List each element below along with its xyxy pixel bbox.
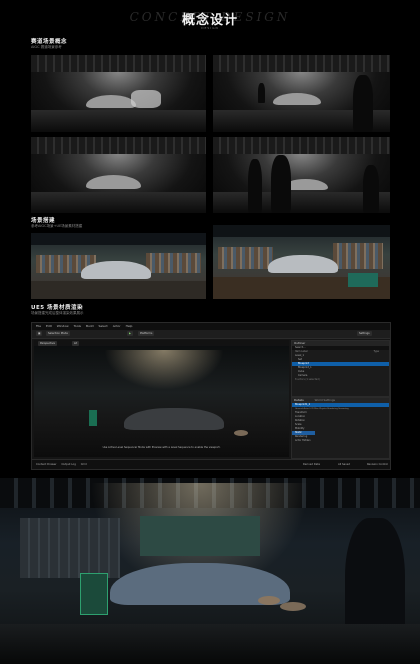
details-tab-rendering[interactable]: Rendering (327, 408, 337, 410)
section-1-label: 赛道场景概念 AIGC 赛道场景参考 (31, 37, 67, 50)
page-header: CONCEPT DESIGN 概念设计 DESIGN (0, 6, 420, 36)
section-2-heading: 场景搭建 (31, 218, 56, 224)
details-tab-general[interactable]: General (295, 408, 303, 410)
section-3-caption: 场景搭建完成后整体渲染效果展示 (31, 311, 84, 315)
world-settings-tab[interactable]: World Settings (315, 398, 335, 402)
aigc-image-3 (31, 137, 206, 213)
details-tab-streaming[interactable]: Streaming (338, 408, 348, 410)
cmd-input[interactable]: Cmd (81, 460, 87, 469)
main-toolbar: ▣ Selection Mode ▶ Platforms Settings (32, 330, 390, 339)
col-item-label: Item Label (295, 350, 308, 353)
details-tab[interactable]: Details (294, 398, 304, 402)
menu-window[interactable]: Window (57, 323, 69, 330)
tire-stack-2 (280, 602, 306, 611)
settings-button[interactable]: Settings (357, 331, 372, 336)
status-bar: Content Drawer Output Log Cmd Derived Da… (32, 459, 390, 469)
scene-build-image-2 (213, 225, 390, 299)
viewport-toolbar: Perspective Lit (34, 340, 289, 346)
floor (0, 624, 420, 664)
aigc-image-4 (213, 137, 390, 213)
menu-edit[interactable]: Edit (46, 323, 52, 330)
menu-select[interactable]: Select (98, 323, 107, 330)
details-row[interactable]: Actor Hidden (292, 439, 389, 443)
ceiling-light (104, 350, 224, 390)
save-icon[interactable]: ▣ (36, 331, 43, 336)
menu-file[interactable]: File (36, 323, 41, 330)
unreal-editor-window: File Edit Window Tools Build Select Acto… (31, 322, 391, 470)
derived-data-button[interactable]: Derived Data (303, 460, 320, 469)
scene-build-image-1 (31, 233, 206, 299)
col-type: Type (373, 350, 380, 353)
section-2-label: 场景搭建 参考AIGC场景+UE场景素材搭建 (31, 216, 82, 229)
menu-actor[interactable]: Actor (113, 323, 121, 330)
section-2-caption: 参考AIGC场景+UE场景素材搭建 (31, 224, 83, 228)
output-log-button[interactable]: Output Log (61, 460, 75, 469)
left-wall-shelves (20, 518, 120, 578)
content-drawer-button[interactable]: Content Drawer (36, 460, 57, 469)
details-panel: Details World Settings Blueprint1_2 Gene… (291, 397, 390, 459)
menu-build[interactable]: Build (86, 323, 94, 330)
menu-help[interactable]: Help (126, 323, 133, 330)
play-icon[interactable]: ▶ (127, 331, 133, 336)
revision-control-button[interactable]: Revision Control (367, 460, 388, 469)
lit-button[interactable]: Lit (72, 340, 80, 346)
section-1-caption: AIGC 赛道场景参考 (31, 45, 62, 49)
section-1-heading: 赛道场景概念 (31, 39, 68, 45)
aigc-image-2 (213, 55, 390, 132)
level-viewport[interactable]: Perspective Lit Use Active Level Sequenc… (34, 340, 289, 457)
menu-bar: File Edit Window Tools Build Select Acto… (32, 323, 390, 330)
tire-stack (258, 596, 280, 605)
details-tab-physics[interactable]: Physics (319, 408, 326, 410)
page-subtitle: DESIGN (201, 26, 219, 30)
all-saved-status[interactable]: All Saved (338, 460, 350, 469)
outliner-count: 8 actors (1 selected) (295, 378, 320, 381)
chalkboard (140, 516, 260, 556)
platforms-button[interactable]: Platforms (138, 331, 155, 336)
details-tab-lod[interactable]: LOD (309, 408, 313, 410)
perspective-button[interactable]: Perspective (38, 340, 58, 346)
tire (234, 430, 248, 436)
section-3-label: UE5 场景材质渲染 场景搭建完成后整体渲染效果展示 (31, 303, 84, 316)
selection-mode-button[interactable]: Selection Mode (46, 331, 70, 336)
covered-car (124, 408, 224, 430)
menu-tools[interactable]: Tools (74, 323, 81, 330)
viewport-message: Use Active Level Sequencer Mode with Pre… (102, 446, 221, 449)
final-render-image (0, 478, 420, 664)
outliner-panel: Outliner Search... Item Label Type Level… (291, 340, 390, 397)
aigc-image-1 (31, 55, 206, 132)
green-arcade-machine (80, 573, 108, 615)
green-machine (89, 410, 97, 426)
section-3-heading: UE5 场景材质渲染 (31, 305, 83, 311)
details-tab-actor[interactable]: Actor (304, 408, 309, 410)
